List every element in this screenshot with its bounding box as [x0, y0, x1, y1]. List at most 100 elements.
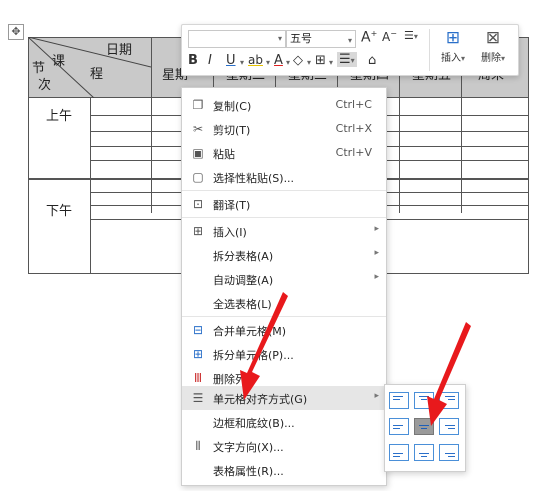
submenu-arrow-icon: ▸	[374, 224, 379, 234]
menu-item-shortcut: Ctrl+X	[335, 122, 372, 135]
fill-color-button[interactable]: ◇	[293, 53, 303, 68]
chevron-down-icon: ▾	[460, 54, 465, 63]
font-name-combobox[interactable]: ▾	[188, 30, 286, 48]
paste-special-icon: ▢	[192, 170, 204, 184]
afternoon-label: 下午	[46, 204, 73, 219]
annotation-arrow-submenu	[427, 322, 471, 426]
menu-item-label: 边框和底纹(B)...	[213, 417, 295, 430]
menu-item-table-properties[interactable]: 表格属性(R)...	[182, 458, 386, 482]
cell-align-icon: ☰	[192, 391, 204, 405]
header-process-label: 程	[90, 67, 104, 82]
borders-icon: ⊞	[315, 53, 326, 68]
chevron-down-icon: ▾	[286, 58, 291, 67]
submenu-arrow-icon: ▸	[374, 391, 379, 401]
text-direction-icon: ⫴	[195, 439, 201, 453]
underline-button[interactable]: U	[226, 53, 236, 68]
menu-item-insert[interactable]: ⊞ 插入(I) ▸	[182, 219, 386, 243]
table-delete-icon: ⊠	[485, 28, 501, 48]
grow-font-label: A	[361, 29, 371, 46]
menu-item-text-direction[interactable]: ⫴ 文字方向(X)...	[182, 434, 386, 458]
menu-item-translate[interactable]: ⊡ 翻译(T)	[182, 192, 386, 216]
menu-item-label: 粘贴	[213, 148, 235, 161]
grid-line	[151, 37, 152, 213]
copy-icon: ❐	[192, 98, 204, 112]
shrink-font-button[interactable]: A−	[382, 29, 397, 44]
chevron-down-icon: ▾	[307, 58, 312, 67]
chevron-down-icon: ▾	[266, 58, 271, 67]
table-insert-icon: ⊞	[445, 28, 461, 48]
header-order-label: 次	[38, 78, 52, 93]
mini-format-toolbar: ▾ 五号 ▾ A+ A− ☰▾ B I U ▾ ab ▾ A ▾ ◇ ▾ ⊞ ▾…	[181, 24, 519, 76]
paint-bucket-icon: ◇	[293, 53, 303, 68]
chevron-down-icon: ▾	[277, 34, 282, 43]
italic-button[interactable]: I	[208, 53, 212, 68]
submenu-arrow-icon: ▸	[374, 272, 379, 282]
grow-font-button[interactable]: A+	[361, 29, 377, 46]
font-color-button[interactable]: A	[274, 53, 283, 68]
annotation-arrow-menu	[240, 292, 288, 400]
line-spacing-icon: ☰	[404, 29, 414, 42]
insert-label: 插入	[440, 53, 461, 64]
menu-item-shortcut: Ctrl+C	[335, 98, 372, 111]
delete-label: 删除	[480, 53, 501, 64]
table-insert-icon: ⊞	[192, 224, 204, 238]
table-move-handle[interactable]: ✥	[8, 24, 24, 40]
translate-icon: ⊡	[192, 197, 204, 211]
menu-item-label: 剪切(T)	[213, 124, 251, 137]
paste-icon: ▣	[192, 146, 204, 160]
menu-item-label: 复制(C)	[213, 100, 252, 113]
grid-line	[90, 98, 91, 274]
chevron-down-icon: ▾	[350, 56, 355, 65]
line-spacing-button[interactable]: ☰▾	[404, 29, 418, 42]
chevron-down-icon: ▾	[413, 32, 418, 41]
header-lesson-label: 课	[52, 54, 66, 69]
menu-item-label: 表格属性(R)...	[213, 465, 284, 478]
delete-column-icon: Ⅲ	[193, 371, 203, 385]
scissors-icon: ✂	[192, 122, 204, 136]
chevron-down-icon: ▾	[347, 36, 352, 45]
bold-button[interactable]: B	[188, 53, 198, 68]
menu-item-copy[interactable]: ❐ 复制(C) Ctrl+C	[182, 93, 386, 117]
align-bottom-right-button[interactable]	[439, 444, 459, 461]
font-size-value: 五号	[290, 32, 312, 45]
split-cells-icon: ⊞	[192, 347, 204, 361]
merge-cells-icon: ⊟	[192, 323, 204, 337]
menu-item-paste-special[interactable]: ▢ 选择性粘贴(S)...	[182, 165, 386, 189]
document-canvas: ✥ 日期 课 节 次 程 星期 星期二 星期三 星期四	[0, 0, 533, 491]
chevron-down-icon: ▾	[500, 54, 505, 63]
align-top-left-button[interactable]	[389, 392, 409, 409]
menu-item-cut[interactable]: ✂ 剪切(T) Ctrl+X	[182, 117, 386, 141]
menu-item-label: 自动调整(A)	[213, 274, 274, 287]
align-button[interactable]: ☰▾	[337, 52, 357, 67]
morning-label: 上午	[46, 109, 73, 124]
menu-item-borders-shading[interactable]: 边框和底纹(B)...	[182, 410, 386, 434]
chevron-down-icon: ▾	[240, 58, 245, 67]
highlight-button[interactable]: ab	[248, 53, 263, 67]
header-date-label: 日期	[106, 43, 133, 58]
insert-table-button[interactable]: ⊞ 插入▾	[436, 27, 470, 64]
context-menu: ❐ 复制(C) Ctrl+C ✂ 剪切(T) Ctrl+X ▣ 粘贴 Ctrl+…	[181, 87, 387, 486]
shrink-font-label: A	[382, 30, 391, 44]
menu-divider	[182, 190, 386, 191]
menu-item-shortcut: Ctrl+V	[335, 146, 372, 159]
font-size-combobox[interactable]: 五号 ▾	[286, 30, 356, 48]
align-bottom-center-button[interactable]	[414, 444, 434, 461]
menu-item-label: 插入(I)	[213, 226, 247, 239]
align-middle-left-button[interactable]	[389, 418, 409, 435]
menu-item-split-table[interactable]: 拆分表格(A) ▸	[182, 243, 386, 267]
menu-item-label: 拆分表格(A)	[213, 250, 274, 263]
toolbar-separator	[429, 29, 430, 71]
chevron-down-icon: ▾	[329, 58, 334, 67]
menu-divider	[182, 217, 386, 218]
align-center-icon: ☰	[339, 52, 351, 67]
borders-button[interactable]: ⊞	[315, 53, 326, 68]
delete-table-button[interactable]: ⊠ 删除▾	[474, 27, 512, 64]
align-bottom-left-button[interactable]	[389, 444, 409, 461]
erase-button[interactable]: ⌂	[368, 53, 376, 68]
menu-item-label: 翻译(T)	[213, 199, 251, 212]
eraser-icon: ⌂	[368, 53, 377, 68]
menu-item-paste[interactable]: ▣ 粘贴 Ctrl+V	[182, 141, 386, 165]
submenu-arrow-icon: ▸	[374, 248, 379, 258]
menu-item-autofit[interactable]: 自动调整(A) ▸	[182, 267, 386, 291]
menu-item-label: 选择性粘贴(S)...	[213, 172, 295, 185]
